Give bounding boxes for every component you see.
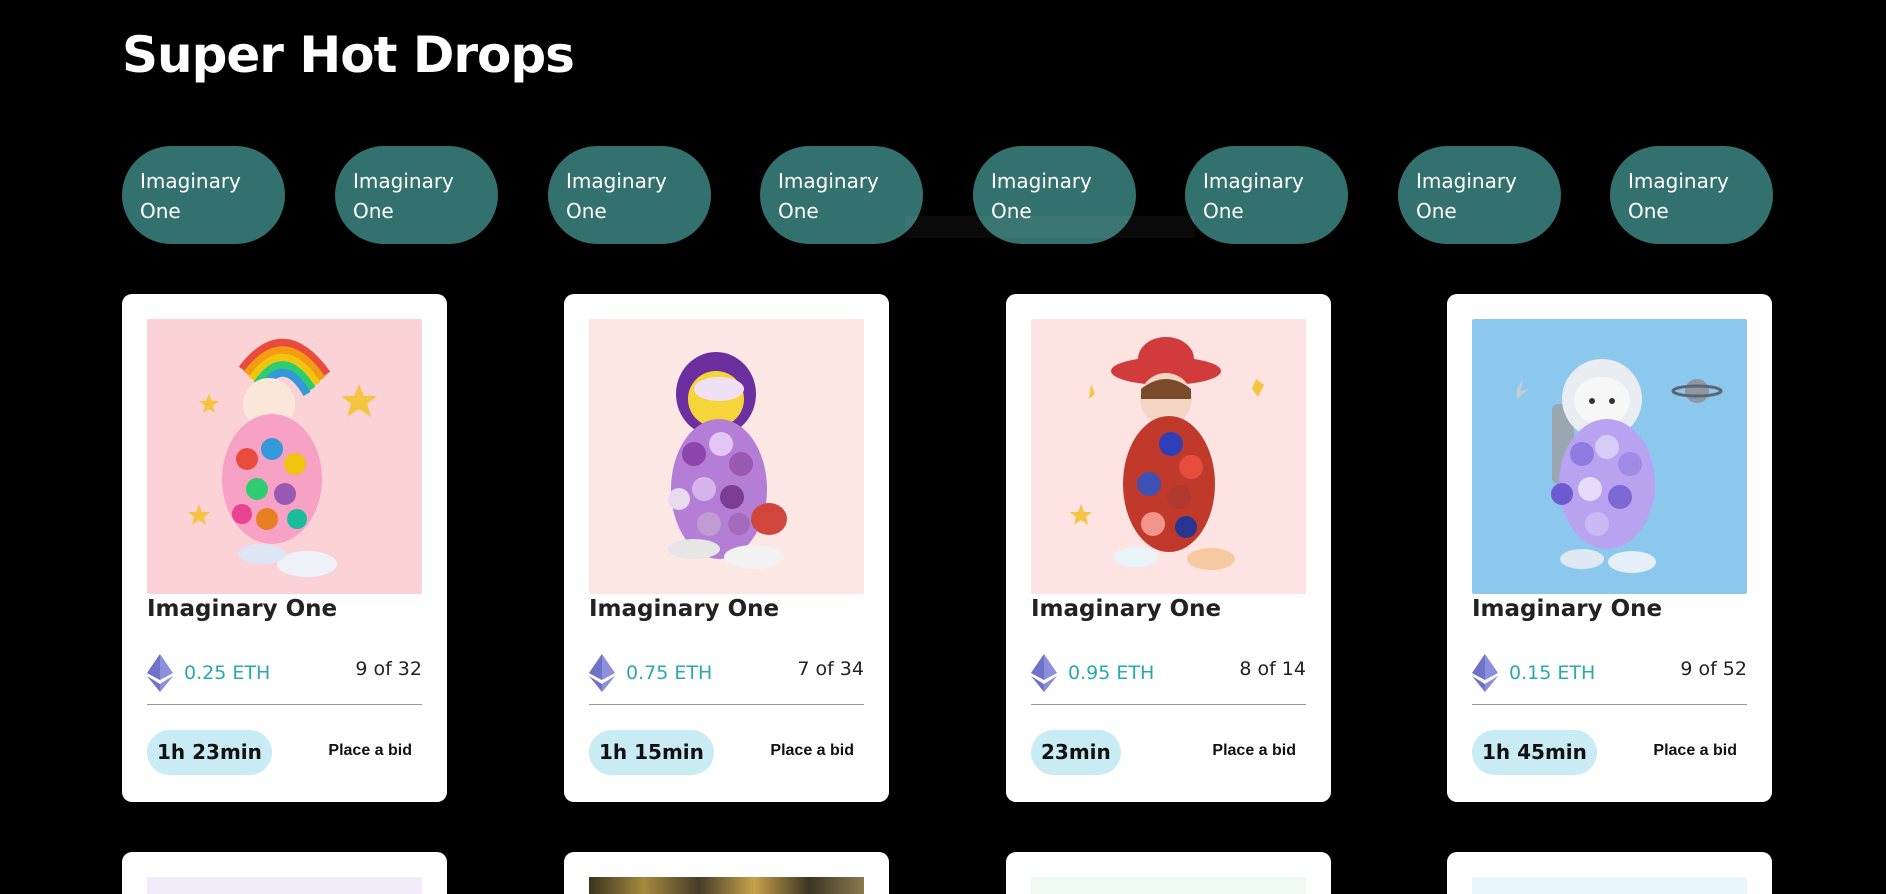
place-bid-button[interactable]: Place a bid (770, 742, 854, 760)
nft-card[interactable] (1447, 852, 1772, 894)
nft-edition: 9 of 32 (355, 658, 422, 680)
filter-pill[interactable]: Imaginary One (1398, 146, 1561, 244)
nft-title: Imaginary One (589, 596, 780, 622)
countdown-timer: 1h 15min (589, 730, 714, 775)
place-bid-button[interactable]: Place a bid (328, 742, 412, 760)
nft-price: 0.95 ETH (1068, 662, 1155, 684)
page-title: Super Hot Drops (122, 26, 575, 84)
filter-pill[interactable]: Imaginary One (1610, 146, 1773, 244)
filter-pill[interactable]: Imaginary One (1185, 146, 1348, 244)
countdown-timer: 1h 23min (147, 730, 272, 775)
card-divider (147, 704, 422, 705)
nft-price: 0.15 ETH (1509, 662, 1596, 684)
nft-edition: 9 of 52 (1680, 658, 1747, 680)
ethereum-icon (1031, 654, 1057, 692)
nft-card[interactable] (122, 852, 447, 894)
nft-edition: 8 of 14 (1239, 658, 1306, 680)
nft-card[interactable]: Imaginary One 0.95 ETH 8 of 14 23min Pla… (1006, 294, 1331, 802)
filter-pill[interactable]: Imaginary One (760, 146, 923, 244)
place-bid-button[interactable]: Place a bid (1212, 742, 1296, 760)
card-divider (589, 704, 864, 705)
nft-price: 0.25 ETH (184, 662, 271, 684)
nft-image[interactable] (1031, 319, 1306, 594)
nft-edition: 7 of 34 (797, 658, 864, 680)
ethereum-icon (147, 654, 173, 692)
nft-image[interactable] (147, 877, 422, 894)
nft-image[interactable] (589, 319, 864, 594)
ethereum-icon (1472, 654, 1498, 692)
nft-image[interactable] (1472, 319, 1747, 594)
page: Super Hot Drops Imaginary One Imaginary … (0, 0, 1886, 894)
nft-title: Imaginary One (147, 596, 338, 622)
filter-pill[interactable]: Imaginary One (122, 146, 285, 244)
nft-title: Imaginary One (1472, 596, 1663, 622)
filter-pill[interactable]: Imaginary One (335, 146, 498, 244)
nft-card[interactable]: Imaginary One 0.15 ETH 9 of 52 1h 45min … (1447, 294, 1772, 802)
nft-title: Imaginary One (1031, 596, 1222, 622)
nft-image[interactable] (1472, 877, 1747, 894)
countdown-timer: 23min (1031, 730, 1121, 775)
countdown-timer: 1h 45min (1472, 730, 1597, 775)
nft-image[interactable] (147, 319, 422, 594)
nft-card[interactable] (564, 852, 889, 894)
ethereum-icon (589, 654, 615, 692)
nft-image[interactable] (1031, 877, 1306, 894)
nft-card[interactable]: Imaginary One 0.75 ETH 7 of 34 1h 15min … (564, 294, 889, 802)
nft-card[interactable] (1006, 852, 1331, 894)
nft-price: 0.75 ETH (626, 662, 713, 684)
nft-card[interactable]: Imaginary One 0.25 ETH 9 of 32 1h 23min … (122, 294, 447, 802)
filter-pill[interactable]: Imaginary One (548, 146, 711, 244)
card-divider (1472, 704, 1747, 705)
nft-image[interactable] (589, 877, 864, 894)
card-divider (1031, 704, 1306, 705)
hidden-tooltip (905, 216, 1195, 238)
place-bid-button[interactable]: Place a bid (1653, 742, 1737, 760)
